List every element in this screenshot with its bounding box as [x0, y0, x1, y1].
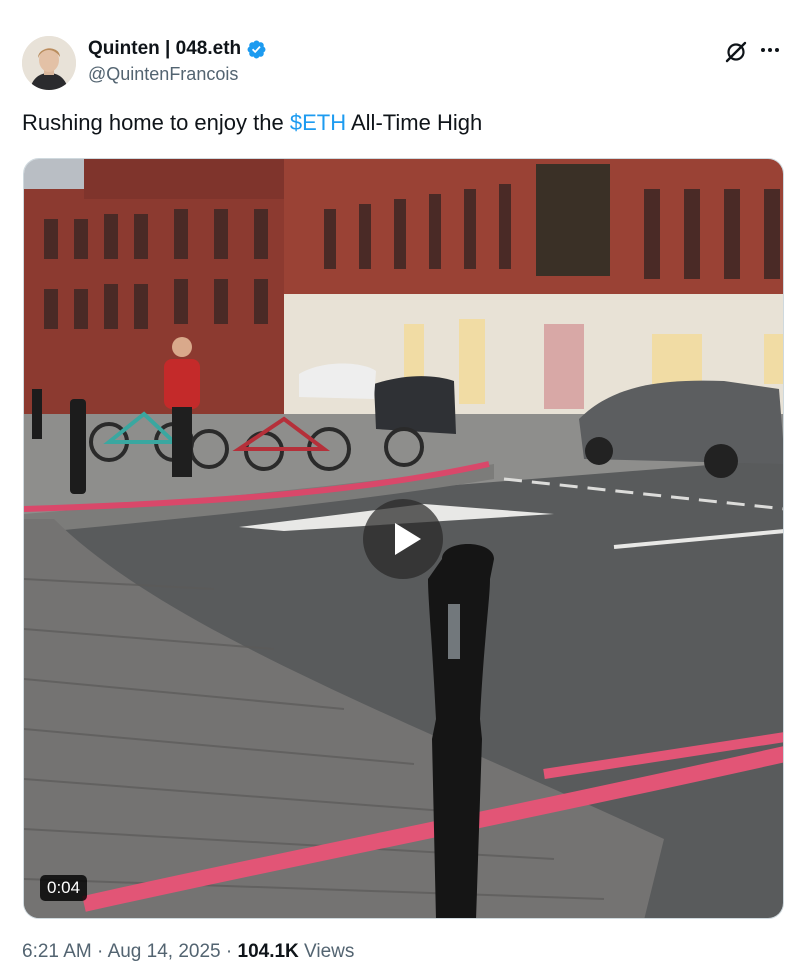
tweet-text-before: Rushing home to enjoy the — [22, 110, 290, 135]
display-name-row: Quinten | 048.eth — [88, 38, 267, 60]
author-names: Quinten | 048.eth @QuintenFrancois — [88, 38, 267, 85]
tweet-text: Rushing home to enjoy the $ETH All-Time … — [22, 110, 482, 136]
tweet-header: Quinten | 048.eth @QuintenFrancois — [22, 36, 782, 92]
grok-icon[interactable] — [724, 40, 748, 64]
tweet-date[interactable]: Aug 14, 2025 — [108, 941, 221, 962]
display-name[interactable]: Quinten | 048.eth — [88, 38, 241, 60]
author-handle[interactable]: @QuintenFrancois — [88, 64, 267, 85]
tweet-time[interactable]: 6:21 AM — [22, 941, 92, 962]
avatar-image — [22, 36, 76, 90]
cashtag-link[interactable]: $ETH — [290, 110, 346, 135]
views-count[interactable]: 104.1K — [238, 941, 299, 962]
views-label[interactable]: Views — [299, 941, 354, 962]
video-player[interactable]: 0:04 — [23, 158, 784, 919]
meta-separator: · — [220, 941, 238, 962]
play-button[interactable] — [363, 499, 443, 579]
tweet-text-after: All-Time High — [346, 110, 483, 135]
tweet-meta: 6:21 AM · Aug 14, 2025 · 104.1K Views — [22, 941, 354, 963]
play-icon — [395, 523, 421, 555]
more-icon[interactable] — [758, 38, 782, 62]
meta-separator: · — [91, 941, 108, 962]
verified-badge-icon[interactable] — [246, 39, 267, 60]
video-duration-badge: 0:04 — [40, 875, 88, 901]
avatar[interactable] — [22, 36, 76, 90]
